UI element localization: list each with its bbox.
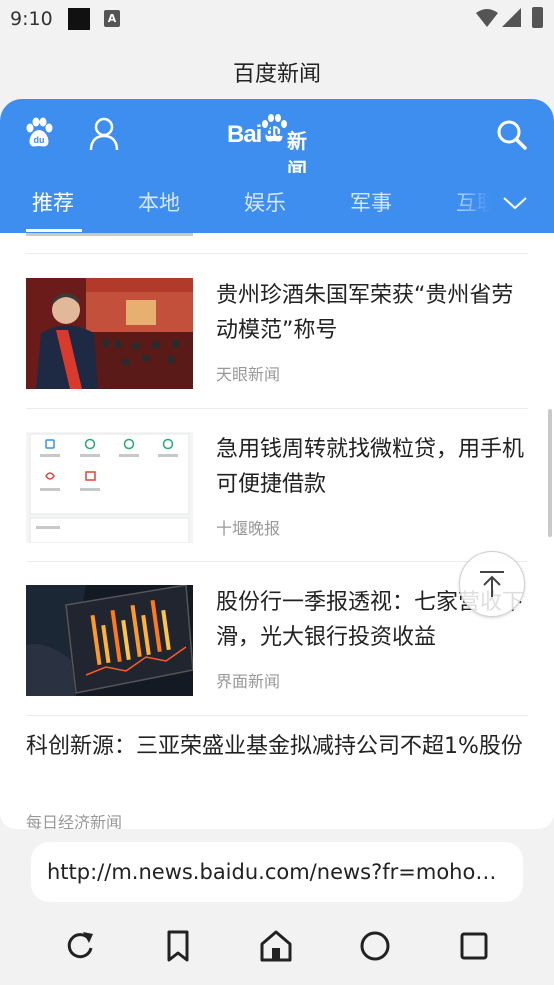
bookmark-icon[interactable] bbox=[160, 928, 196, 964]
news-source: 十堰晚报 bbox=[216, 519, 281, 538]
signal-icon bbox=[502, 8, 521, 27]
wifi-icon bbox=[476, 9, 498, 27]
scrollbar[interactable] bbox=[548, 409, 552, 537]
site-header: du Bai du 新闻 bbox=[0, 99, 554, 182]
arrow-up-icon bbox=[480, 571, 504, 597]
active-tab-indicator bbox=[26, 229, 82, 232]
news-title[interactable]: 科创新源：三亚荣盛业基金拟减持公司不超1%股份 bbox=[26, 729, 526, 764]
tabs-fade bbox=[448, 173, 554, 233]
divider bbox=[26, 408, 528, 409]
tab-entertainment[interactable]: 娱乐 bbox=[244, 187, 286, 217]
chevron-down-icon[interactable] bbox=[502, 195, 528, 211]
status-time: 9:10 bbox=[10, 8, 53, 30]
news-source: 每日经济新闻 bbox=[26, 813, 123, 829]
news-thumbnail-award bbox=[26, 278, 193, 389]
baidu-paw-icon[interactable]: du bbox=[22, 117, 54, 149]
app-title-bar: 百度新闻 bbox=[0, 40, 554, 100]
refresh-icon[interactable] bbox=[62, 928, 98, 964]
logo-bai: Bai bbox=[227, 121, 262, 148]
circle-home-icon[interactable] bbox=[357, 928, 393, 964]
url-input[interactable] bbox=[47, 856, 507, 888]
partial-thumbnail bbox=[26, 233, 193, 236]
back-to-top-button[interactable] bbox=[459, 551, 525, 617]
search-icon[interactable] bbox=[496, 119, 528, 151]
news-source: 天眼新闻 bbox=[216, 365, 281, 384]
recents-icon[interactable] bbox=[456, 928, 492, 964]
news-thumbnail-tablet bbox=[26, 585, 193, 696]
battery-icon bbox=[532, 7, 543, 28]
web-view: du Bai du 新闻 推荐 本地 娱乐 军事 互联 bbox=[0, 99, 554, 829]
divider bbox=[26, 715, 528, 716]
tab-military[interactable]: 军事 bbox=[350, 187, 392, 217]
news-title[interactable]: 急用钱周转就找微粒贷，用手机可便捷借款 bbox=[216, 432, 528, 502]
divider bbox=[26, 561, 528, 562]
news-source: 界面新闻 bbox=[216, 672, 281, 691]
logo-du: du bbox=[265, 125, 284, 140]
user-icon[interactable] bbox=[88, 117, 120, 151]
svg-text:du: du bbox=[34, 135, 45, 145]
window-title: 百度新闻 bbox=[232, 62, 321, 87]
notification-icon bbox=[68, 8, 90, 30]
news-item[interactable]: 急用钱周转就找微粒贷，用手机可便捷借款 十堰晚报 bbox=[0, 432, 554, 543]
tab-local[interactable]: 本地 bbox=[138, 187, 180, 217]
news-item[interactable]: 贵州珍酒朱国军荣获“贵州省劳动模范”称号 天眼新闻 bbox=[0, 278, 554, 389]
status-bar: 9:10 A bbox=[0, 0, 554, 40]
home-icon[interactable] bbox=[258, 928, 294, 964]
news-title[interactable]: 贵州珍酒朱国军荣获“贵州省劳动模范”称号 bbox=[216, 278, 528, 348]
app-notification-icon: A bbox=[104, 10, 120, 27]
divider bbox=[26, 253, 528, 254]
news-thumbnail-app bbox=[26, 432, 193, 543]
category-tabs: 推荐 本地 娱乐 军事 互联 bbox=[0, 173, 554, 233]
tab-recommend[interactable]: 推荐 bbox=[32, 187, 74, 217]
url-bar[interactable] bbox=[31, 842, 523, 902]
